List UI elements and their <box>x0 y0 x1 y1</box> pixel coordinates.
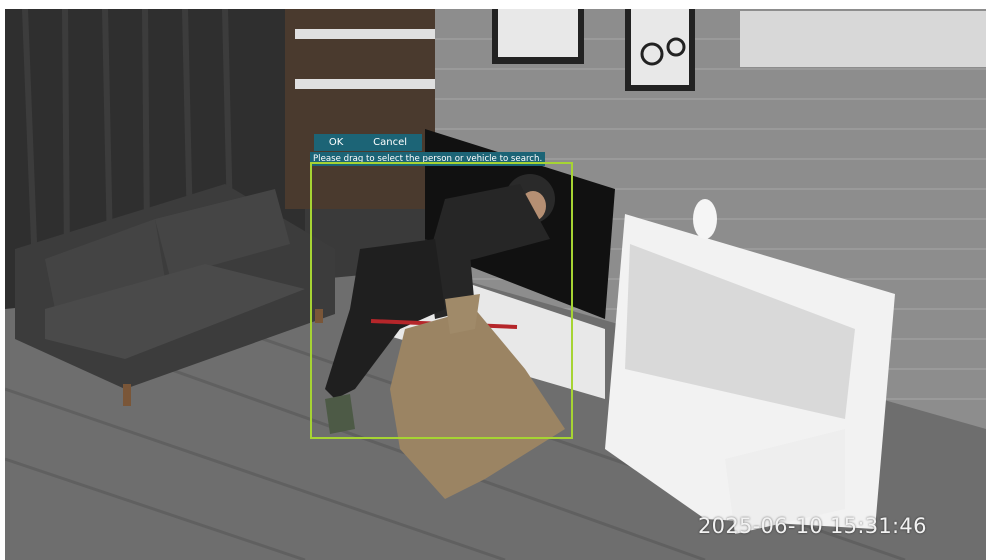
camera-timestamp: 2025-06-10 15:31:46 <box>698 514 927 538</box>
cancel-button[interactable]: Cancel <box>367 134 413 151</box>
camera-viewport[interactable]: OK Cancel Please drag to select the pers… <box>5 9 986 560</box>
selection-toolbar: OK Cancel <box>314 134 422 151</box>
target-selection-box[interactable] <box>310 162 573 439</box>
ok-button[interactable]: OK <box>323 134 349 151</box>
